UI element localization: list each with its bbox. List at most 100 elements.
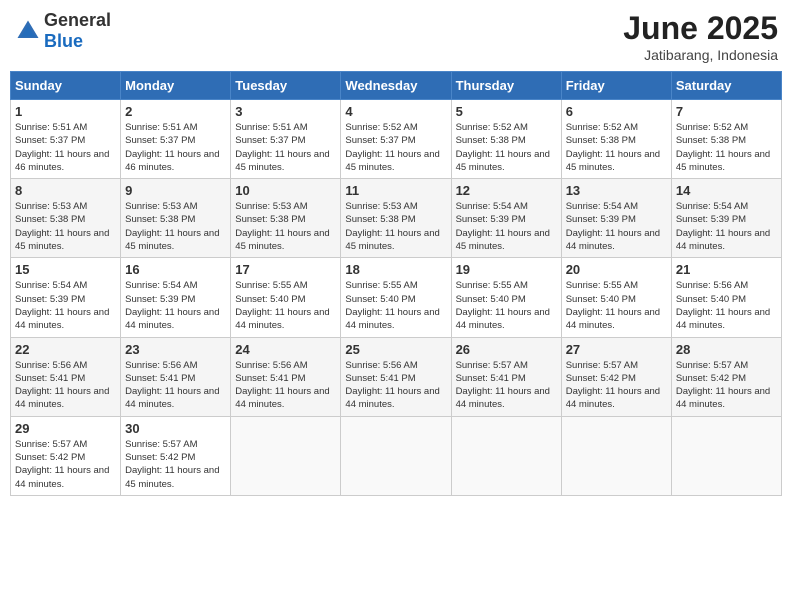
calendar-day-3: 3 Sunrise: 5:51 AM Sunset: 5:37 PM Daylig… xyxy=(231,100,341,179)
calendar-week-4: 22 Sunrise: 5:56 AM Sunset: 5:41 PM Dayli… xyxy=(11,337,782,416)
calendar-day-6: 6Sunrise: 5:52 AM Sunset: 5:38 PM Daylig… xyxy=(561,100,671,179)
day-info: Sunrise: 5:53 AM Sunset: 5:38 PM Dayligh… xyxy=(235,200,336,253)
day-info: Sunrise: 5:52 AM Sunset: 5:38 PM Dayligh… xyxy=(456,121,557,174)
day-number: 27 xyxy=(566,342,667,357)
calendar-day-7: 7 Sunrise: 5:52 AM Sunset: 5:38 PM Daylig… xyxy=(671,100,781,179)
calendar-day-9: 9 Sunrise: 5:53 AM Sunset: 5:38 PM Daylig… xyxy=(121,179,231,258)
day-number: 23 xyxy=(125,342,226,357)
calendar-day-2: 2 Sunrise: 5:51 AM Sunset: 5:37 PM Daylig… xyxy=(121,100,231,179)
day-number: 3 xyxy=(235,104,336,119)
calendar-empty-cell xyxy=(561,416,671,495)
day-info: Sunrise: 5:54 AM Sunset: 5:39 PM Dayligh… xyxy=(566,200,667,253)
calendar-day-21: 21 Sunrise: 5:56 AM Sunset: 5:40 PM Dayli… xyxy=(671,258,781,337)
day-info: Sunrise: 5:53 AM Sunset: 5:38 PM Dayligh… xyxy=(125,200,226,253)
day-header-saturday: Saturday xyxy=(671,72,781,100)
calendar-day-11: 11 Sunrise: 5:53 AM Sunset: 5:38 PM Dayli… xyxy=(341,179,451,258)
logo: General Blue xyxy=(14,10,111,52)
day-info: Sunrise: 5:54 AM Sunset: 5:39 PM Dayligh… xyxy=(676,200,777,253)
day-header-friday: Friday xyxy=(561,72,671,100)
day-info: Sunrise: 5:57 AM Sunset: 5:42 PM Dayligh… xyxy=(566,359,667,412)
logo-general-text: General xyxy=(44,10,111,30)
calendar-day-24: 24 Sunrise: 5:56 AM Sunset: 5:41 PM Dayli… xyxy=(231,337,341,416)
calendar-day-1: 1 Sunrise: 5:51 AM Sunset: 5:37 PM Daylig… xyxy=(11,100,121,179)
calendar-week-3: 15Sunrise: 5:54 AM Sunset: 5:39 PM Dayli… xyxy=(11,258,782,337)
logo-blue-text: Blue xyxy=(44,31,83,51)
calendar-day-10: 10 Sunrise: 5:53 AM Sunset: 5:38 PM Dayli… xyxy=(231,179,341,258)
day-info: Sunrise: 5:52 AM Sunset: 5:38 PM Dayligh… xyxy=(676,121,777,174)
day-info: Sunrise: 5:54 AM Sunset: 5:39 PM Dayligh… xyxy=(456,200,557,253)
day-number: 10 xyxy=(235,183,336,198)
day-info: Sunrise: 5:54 AM Sunset: 5:39 PM Dayligh… xyxy=(15,279,116,332)
calendar-day-17: 17 Sunrise: 5:55 AM Sunset: 5:40 PM Dayli… xyxy=(231,258,341,337)
calendar-day-5: 5 Sunrise: 5:52 AM Sunset: 5:38 PM Daylig… xyxy=(451,100,561,179)
logo-icon xyxy=(14,17,42,45)
calendar-day-13: 13 Sunrise: 5:54 AM Sunset: 5:39 PM Dayli… xyxy=(561,179,671,258)
calendar-empty-cell xyxy=(231,416,341,495)
day-header-tuesday: Tuesday xyxy=(231,72,341,100)
day-number: 4 xyxy=(345,104,446,119)
day-number: 7 xyxy=(676,104,777,119)
day-info: Sunrise: 5:53 AM Sunset: 5:38 PM Dayligh… xyxy=(15,200,116,253)
calendar-day-19: 19Sunrise: 5:55 AM Sunset: 5:40 PM Dayli… xyxy=(451,258,561,337)
day-header-monday: Monday xyxy=(121,72,231,100)
calendar-empty-cell xyxy=(341,416,451,495)
day-info: Sunrise: 5:56 AM Sunset: 5:40 PM Dayligh… xyxy=(676,279,777,332)
calendar-day-25: 25 Sunrise: 5:56 AM Sunset: 5:41 PM Dayli… xyxy=(341,337,451,416)
day-info: Sunrise: 5:55 AM Sunset: 5:40 PM Dayligh… xyxy=(566,279,667,332)
day-header-wednesday: Wednesday xyxy=(341,72,451,100)
calendar-subtitle: Jatibarang, Indonesia xyxy=(623,47,778,63)
day-number: 14 xyxy=(676,183,777,198)
day-number: 2 xyxy=(125,104,226,119)
title-area: June 2025 Jatibarang, Indonesia xyxy=(623,10,778,63)
calendar-day-26: 26 Sunrise: 5:57 AM Sunset: 5:41 PM Dayli… xyxy=(451,337,561,416)
calendar-day-20: 20 Sunrise: 5:55 AM Sunset: 5:40 PM Dayli… xyxy=(561,258,671,337)
day-info: Sunrise: 5:56 AM Sunset: 5:41 PM Dayligh… xyxy=(345,359,446,412)
day-info: Sunrise: 5:52 AM Sunset: 5:38 PM Dayligh… xyxy=(566,121,667,174)
calendar-day-16: 16Sunrise: 5:54 AM Sunset: 5:39 PM Dayli… xyxy=(121,258,231,337)
day-info: Sunrise: 5:56 AM Sunset: 5:41 PM Dayligh… xyxy=(15,359,116,412)
calendar-week-5: 29 Sunrise: 5:57 AM Sunset: 5:42 PM Dayli… xyxy=(11,416,782,495)
calendar-day-30: 30Sunrise: 5:57 AM Sunset: 5:42 PM Dayli… xyxy=(121,416,231,495)
day-header-sunday: Sunday xyxy=(11,72,121,100)
day-number: 5 xyxy=(456,104,557,119)
day-number: 12 xyxy=(456,183,557,198)
day-number: 26 xyxy=(456,342,557,357)
day-info: Sunrise: 5:57 AM Sunset: 5:41 PM Dayligh… xyxy=(456,359,557,412)
calendar-day-8: 8Sunrise: 5:53 AM Sunset: 5:38 PM Daylig… xyxy=(11,179,121,258)
day-number: 24 xyxy=(235,342,336,357)
day-info: Sunrise: 5:51 AM Sunset: 5:37 PM Dayligh… xyxy=(235,121,336,174)
day-number: 9 xyxy=(125,183,226,198)
calendar-day-27: 27 Sunrise: 5:57 AM Sunset: 5:42 PM Dayli… xyxy=(561,337,671,416)
day-info: Sunrise: 5:51 AM Sunset: 5:37 PM Dayligh… xyxy=(15,121,116,174)
day-number: 1 xyxy=(15,104,116,119)
day-number: 25 xyxy=(345,342,446,357)
day-info: Sunrise: 5:52 AM Sunset: 5:37 PM Dayligh… xyxy=(345,121,446,174)
day-number: 21 xyxy=(676,262,777,277)
day-number: 11 xyxy=(345,183,446,198)
calendar-day-28: 28 Sunrise: 5:57 AM Sunset: 5:42 PM Dayli… xyxy=(671,337,781,416)
day-number: 17 xyxy=(235,262,336,277)
day-number: 13 xyxy=(566,183,667,198)
calendar-empty-cell xyxy=(451,416,561,495)
day-info: Sunrise: 5:53 AM Sunset: 5:38 PM Dayligh… xyxy=(345,200,446,253)
day-info: Sunrise: 5:51 AM Sunset: 5:37 PM Dayligh… xyxy=(125,121,226,174)
calendar-day-12: 12 Sunrise: 5:54 AM Sunset: 5:39 PM Dayli… xyxy=(451,179,561,258)
calendar-week-1: 1 Sunrise: 5:51 AM Sunset: 5:37 PM Daylig… xyxy=(11,100,782,179)
day-info: Sunrise: 5:56 AM Sunset: 5:41 PM Dayligh… xyxy=(235,359,336,412)
day-info: Sunrise: 5:57 AM Sunset: 5:42 PM Dayligh… xyxy=(15,438,116,491)
calendar-day-18: 18Sunrise: 5:55 AM Sunset: 5:40 PM Dayli… xyxy=(341,258,451,337)
day-number: 20 xyxy=(566,262,667,277)
calendar-day-14: 14 Sunrise: 5:54 AM Sunset: 5:39 PM Dayli… xyxy=(671,179,781,258)
day-info: Sunrise: 5:54 AM Sunset: 5:39 PM Dayligh… xyxy=(125,279,226,332)
calendar-table: SundayMondayTuesdayWednesdayThursdayFrid… xyxy=(10,71,782,496)
day-number: 22 xyxy=(15,342,116,357)
day-number: 28 xyxy=(676,342,777,357)
day-number: 30 xyxy=(125,421,226,436)
day-info: Sunrise: 5:57 AM Sunset: 5:42 PM Dayligh… xyxy=(676,359,777,412)
calendar-day-23: 23Sunrise: 5:56 AM Sunset: 5:41 PM Dayli… xyxy=(121,337,231,416)
day-info: Sunrise: 5:55 AM Sunset: 5:40 PM Dayligh… xyxy=(235,279,336,332)
day-number: 18 xyxy=(345,262,446,277)
calendar-empty-cell xyxy=(671,416,781,495)
calendar-day-22: 22 Sunrise: 5:56 AM Sunset: 5:41 PM Dayli… xyxy=(11,337,121,416)
day-number: 29 xyxy=(15,421,116,436)
